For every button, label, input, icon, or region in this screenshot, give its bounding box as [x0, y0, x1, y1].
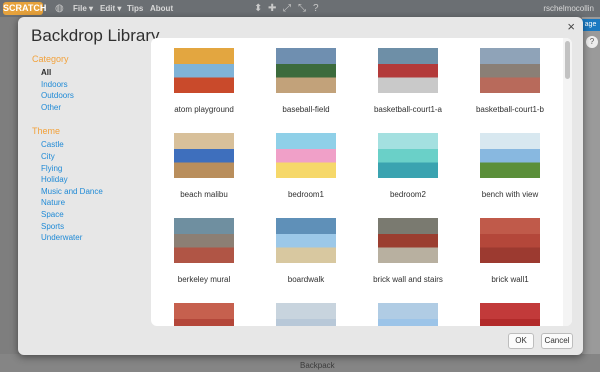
backdrop-name: basketball-court1-a — [373, 105, 443, 114]
backdrop-name: atom playground — [174, 105, 234, 114]
menu-edit[interactable]: Edit ▾ — [100, 3, 121, 14]
backdrop-tile[interactable] — [255, 303, 357, 326]
category-item-other[interactable]: Other — [32, 102, 150, 114]
backdrop-thumbnail[interactable] — [378, 218, 438, 263]
backdrop-thumbnail[interactable] — [276, 133, 336, 178]
backdrop-thumbnail[interactable] — [480, 303, 540, 326]
globe-icon[interactable]: ◍ — [55, 3, 64, 14]
grid-scrollbar[interactable] — [563, 38, 572, 326]
backdrop-tile[interactable]: berkeley mural — [153, 218, 255, 298]
ok-button[interactable]: OK — [508, 333, 534, 349]
backdrop-grid-panel: atom playground baseball-field basketball-… — [151, 38, 572, 326]
backdrop-tile[interactable] — [357, 303, 459, 326]
theme-item-music-and-dance[interactable]: Music and Dance — [32, 186, 150, 198]
backdrop-tile[interactable]: brick wall and stairs — [357, 218, 459, 298]
theme-item-underwater[interactable]: Underwater — [32, 232, 150, 244]
backdrop-name: bedroom1 — [287, 190, 325, 199]
backdrop-tile[interactable]: bedroom1 — [255, 133, 357, 213]
backdrop-thumbnail[interactable] — [378, 303, 438, 326]
category-list: All Indoors Outdoors Other — [32, 67, 150, 113]
help-icon[interactable]: ? — [586, 36, 598, 48]
backdrop-name: boardwalk — [287, 275, 325, 284]
backdrop-tile[interactable]: boardwalk — [255, 218, 357, 298]
theme-item-castle[interactable]: Castle — [32, 139, 150, 151]
backdrop-thumbnail[interactable] — [276, 48, 336, 93]
menu-file[interactable]: File ▾ — [73, 3, 93, 14]
menu-about[interactable]: About — [150, 3, 173, 14]
username[interactable]: rschelmocollin — [543, 3, 594, 14]
backdrop-thumbnail[interactable] — [378, 48, 438, 93]
theme-item-flying[interactable]: Flying — [32, 163, 150, 175]
theme-item-nature[interactable]: Nature — [32, 197, 150, 209]
category-item-outdoors[interactable]: Outdoors — [32, 90, 150, 102]
background-sprite-panel — [0, 17, 18, 372]
backdrop-name: beach malibu — [180, 190, 228, 199]
theme-item-sports[interactable]: Sports — [32, 221, 150, 233]
theme-item-city[interactable]: City — [32, 151, 150, 163]
backdrop-thumbnail[interactable] — [480, 48, 540, 93]
scrollbar-thumb[interactable] — [565, 41, 570, 79]
backdrop-tile[interactable]: basketball-court1-b — [459, 48, 561, 128]
backdrop-library-dialog: Backdrop Library × Category All Indoors Ou… — [18, 17, 583, 355]
backdrop-thumbnail[interactable] — [480, 218, 540, 263]
cancel-button[interactable]: Cancel — [541, 333, 573, 349]
backdrop-name: baseball-field — [282, 105, 330, 114]
backdrop-tile[interactable]: brick wall1 — [459, 218, 561, 298]
theme-item-space[interactable]: Space — [32, 209, 150, 221]
shrink-icon[interactable]: ⤡ — [298, 3, 306, 14]
backpack-label[interactable]: Backpack — [300, 361, 335, 370]
backdrop-name: brick wall and stairs — [373, 275, 443, 284]
close-icon[interactable]: × — [567, 20, 575, 34]
duplicate-icon[interactable]: ⬍ — [254, 3, 262, 14]
app-menubar: SCRATCH ◍ File ▾ Edit ▾ Tips About ⬍ ✚ ⤢… — [0, 0, 600, 17]
background-scripts-panel — [582, 17, 600, 372]
cut-icon[interactable]: ✚ — [268, 3, 276, 14]
backdrop-thumbnail[interactable] — [174, 133, 234, 178]
category-heading: Category — [32, 54, 69, 64]
backdrop-name: basketball-court1-b — [475, 105, 545, 114]
stage-button[interactable]: age — [581, 19, 600, 31]
library-sidebar: Category All Indoors Outdoors Other Theme C… — [32, 53, 150, 244]
backdrop-tile[interactable] — [153, 303, 255, 326]
backdrop-tile[interactable]: beach malibu — [153, 133, 255, 213]
backdrop-name: brick wall1 — [491, 275, 529, 284]
backdrop-thumbnail[interactable] — [480, 133, 540, 178]
backdrop-tile[interactable]: basketball-court1-a — [357, 48, 459, 128]
backdrop-name: bedroom2 — [389, 190, 427, 199]
dialog-title: Backdrop Library — [31, 26, 160, 45]
grow-icon[interactable]: ⤢ — [283, 3, 291, 14]
backdrop-name: berkeley mural — [177, 275, 231, 284]
menu-tips[interactable]: Tips — [127, 3, 143, 14]
backdrop-tile[interactable]: atom playground — [153, 48, 255, 128]
category-item-indoors[interactable]: Indoors — [32, 79, 150, 91]
backdrop-thumbnail[interactable] — [174, 218, 234, 263]
scratch-logo[interactable]: SCRATCH — [3, 2, 46, 15]
backdrop-tile[interactable] — [459, 303, 561, 326]
category-item-all[interactable]: All — [32, 67, 150, 79]
help-block-icon[interactable]: ? — [313, 3, 319, 14]
backdrop-tile[interactable]: bench with view — [459, 133, 561, 213]
theme-list: Castle City Flying Holiday Music and Dance Na… — [32, 139, 150, 243]
backdrop-name: bench with view — [481, 190, 539, 199]
backdrop-thumbnail[interactable] — [378, 133, 438, 178]
backdrop-thumbnail[interactable] — [174, 303, 234, 326]
backdrop-thumbnail[interactable] — [276, 218, 336, 263]
backdrop-tile[interactable]: baseball-field — [255, 48, 357, 128]
theme-heading: Theme — [32, 126, 61, 137]
theme-item-holiday[interactable]: Holiday — [32, 174, 150, 186]
backdrop-thumbnail[interactable] — [276, 303, 336, 326]
backdrop-tile[interactable]: bedroom2 — [357, 133, 459, 213]
backdrop-thumbnail[interactable] — [174, 48, 234, 93]
